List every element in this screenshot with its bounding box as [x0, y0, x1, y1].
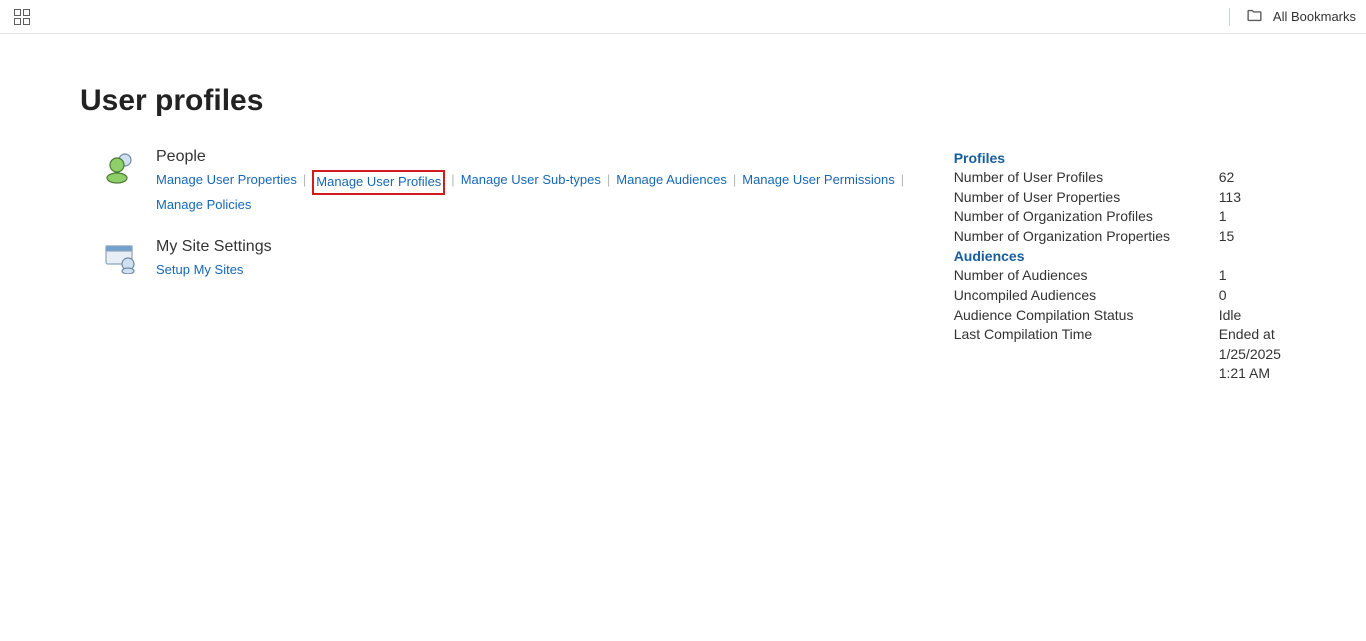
separator: |: [733, 170, 736, 195]
browser-toolbar: All Bookmarks: [0, 0, 1366, 34]
stat-label: Number of Audiences: [954, 266, 1219, 286]
stat-value: 1: [1219, 266, 1286, 286]
setup-my-sites-link[interactable]: Setup My Sites: [156, 260, 243, 281]
mysite-icon: [104, 240, 138, 274]
stat-row: Number of User Properties 113: [954, 188, 1286, 208]
separator: |: [607, 170, 610, 195]
profiles-header: Profiles: [954, 150, 1286, 166]
stat-row: Last Compilation Time Ended at 1/25/2025…: [954, 325, 1286, 384]
mysite-body: My Site Settings Setup My Sites: [156, 238, 914, 281]
people-links: Manage User Properties | Manage User Pro…: [156, 170, 914, 216]
apps-grid-icon[interactable]: [14, 9, 30, 25]
people-body: People Manage User Properties | Manage U…: [156, 148, 914, 216]
mysite-title: My Site Settings: [156, 238, 914, 256]
separator: [1229, 8, 1230, 26]
manage-user-properties-link[interactable]: Manage User Properties: [156, 170, 297, 195]
stat-value: Ended at 1/25/2025 1:21 AM: [1219, 325, 1286, 384]
manage-policies-link[interactable]: Manage Policies: [156, 195, 251, 216]
stat-row: Number of Organization Properties 15: [954, 227, 1286, 247]
separator: |: [901, 170, 904, 195]
stat-label: Number of User Profiles: [954, 168, 1219, 188]
stat-label: Number of User Properties: [954, 188, 1219, 208]
left-column: People Manage User Properties | Manage U…: [80, 148, 954, 384]
main-area: People Manage User Properties | Manage U…: [80, 148, 1286, 384]
stat-value: 113: [1219, 188, 1286, 208]
people-section: People Manage User Properties | Manage U…: [104, 148, 914, 216]
page-content: User profiles People Manage User: [0, 34, 1366, 384]
stat-label: Audience Compilation Status: [954, 306, 1219, 326]
separator: |: [303, 170, 306, 195]
stat-label: Last Compilation Time: [954, 325, 1219, 384]
toolbar-right: All Bookmarks: [1229, 7, 1356, 27]
stat-label: Number of Organization Properties: [954, 227, 1219, 247]
mysite-links: Setup My Sites: [156, 260, 914, 281]
stat-row: Number of Audiences 1: [954, 266, 1286, 286]
toolbar-left: [10, 9, 30, 25]
manage-user-permissions-link[interactable]: Manage User Permissions: [742, 170, 894, 195]
highlight-box: Manage User Profiles: [312, 170, 445, 195]
separator: |: [451, 170, 454, 195]
stat-value: 0: [1219, 286, 1286, 306]
stat-value: 1: [1219, 207, 1286, 227]
stat-value: 62: [1219, 168, 1286, 188]
page-title: User profiles: [80, 84, 1286, 118]
stat-row: Number of User Profiles 62: [954, 168, 1286, 188]
audiences-header: Audiences: [954, 248, 1286, 264]
stat-label: Number of Organization Profiles: [954, 207, 1219, 227]
people-icon: [104, 150, 138, 184]
folder-icon: [1246, 7, 1263, 27]
stat-value: 15: [1219, 227, 1286, 247]
stat-value: Idle: [1219, 306, 1286, 326]
manage-audiences-link[interactable]: Manage Audiences: [616, 170, 727, 195]
stat-row: Number of Organization Profiles 1: [954, 207, 1286, 227]
all-bookmarks-link[interactable]: All Bookmarks: [1273, 9, 1356, 24]
mysite-section: My Site Settings Setup My Sites: [104, 238, 914, 281]
right-column: Profiles Number of User Profiles 62 Numb…: [954, 148, 1286, 384]
stat-row: Audience Compilation Status Idle: [954, 306, 1286, 326]
manage-user-subtypes-link[interactable]: Manage User Sub-types: [461, 170, 601, 195]
manage-user-profiles-link[interactable]: Manage User Profiles: [316, 174, 441, 189]
stat-row: Uncompiled Audiences 0: [954, 286, 1286, 306]
stat-label: Uncompiled Audiences: [954, 286, 1219, 306]
people-title: People: [156, 148, 914, 166]
